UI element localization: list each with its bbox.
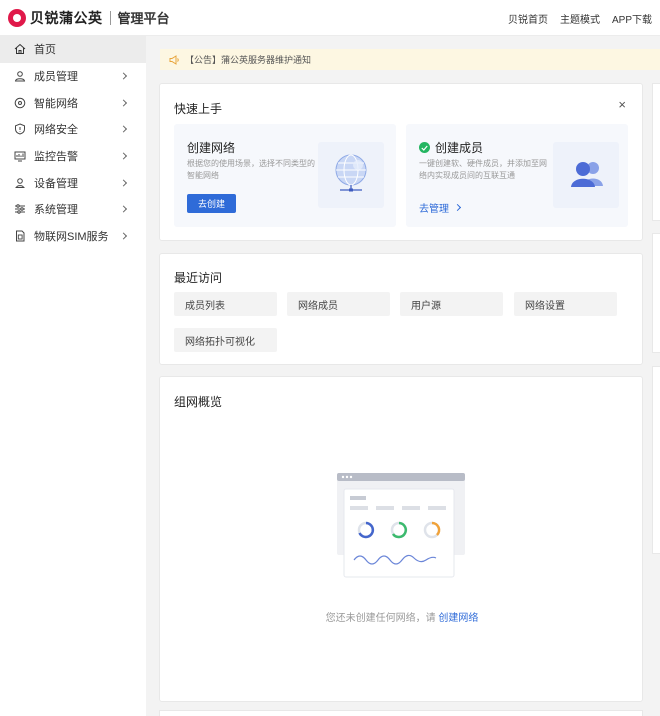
brand[interactable]: 贝锐蒲公英 管理平台 <box>8 0 170 36</box>
chevron-right-icon <box>119 179 128 187</box>
empty-network-message: 您还未创建任何网络，请 创建网络 <box>160 609 644 624</box>
top-links: 贝锐首页 主题模式 APP下载 <box>508 0 652 36</box>
chevron-right-icon <box>119 232 128 240</box>
sidebar-item-label: 成员管理 <box>34 71 78 84</box>
create-network-button[interactable]: 去创建 <box>187 194 236 213</box>
network-icon <box>14 97 26 109</box>
check-circle-icon <box>419 142 430 153</box>
sidebar-item-iot-sim[interactable]: 物联网SIM服务 <box>0 223 146 250</box>
recent-item-member-list[interactable]: 成员列表 <box>174 292 277 316</box>
sidebar-item-label: 监控告警 <box>34 151 78 164</box>
settings-icon <box>14 203 26 215</box>
brand-subtitle: 管理平台 <box>117 11 170 26</box>
sidebar-item-system[interactable]: 系统管理 <box>0 196 146 223</box>
sidebar-item-label: 智能网络 <box>34 97 78 110</box>
sidebar-item-label: 首页 <box>34 44 56 57</box>
chevron-right-icon <box>453 203 462 212</box>
announcement-bar[interactable]: 【公告】蒲公英服务器维护通知 <box>160 49 660 70</box>
chevron-right-icon <box>119 99 128 107</box>
create-member-panel: 创建成员 一键创建软、硬件成员，并添加至网络内实现成员间的互联互通 去管理 <box>406 124 628 227</box>
network-overview-title: 组网概览 <box>174 395 223 409</box>
brand-separator <box>109 10 111 25</box>
sidebar-item-home[interactable]: 首页 <box>0 36 146 63</box>
create-member-title: 创建成员 <box>419 139 483 156</box>
sidebar-item-label: 系统管理 <box>34 204 78 217</box>
sidebar-item-monitor[interactable]: 监控告警 <box>0 143 146 170</box>
empty-network-text: 您还未创建任何网络，请 <box>325 613 436 624</box>
recent-item-user-source[interactable]: 用户源 <box>400 292 503 316</box>
recent-item-network-members[interactable]: 网络成员 <box>287 292 390 316</box>
sidebar-item-label: 物联网SIM服务 <box>34 231 109 244</box>
sidebar-item-label: 网络安全 <box>34 124 78 137</box>
chevron-right-icon <box>119 152 128 160</box>
create-member-title-text: 创建成员 <box>435 141 484 155</box>
close-icon[interactable]: × <box>618 98 626 111</box>
right-panel-card <box>652 233 660 353</box>
empty-dashboard-illustration <box>336 472 466 582</box>
recent-item-topology[interactable]: 网络拓扑可视化 <box>174 328 277 352</box>
manage-members-link[interactable]: 去管理 <box>419 200 462 215</box>
sidebar-item-devices[interactable]: 设备管理 <box>0 169 146 196</box>
sidebar-item-label: 设备管理 <box>34 177 78 190</box>
bottom-card <box>159 710 643 716</box>
create-network-panel: 创建网络 根据您的使用场景，选择不同类型的智能网络 去创建 <box>174 124 396 227</box>
home-icon <box>14 43 26 55</box>
chevron-right-icon <box>119 125 128 133</box>
members-illustration <box>553 142 619 208</box>
recent-visits-card: 最近访问 成员列表 网络成员 用户源 网络设置 网络拓扑可视化 <box>159 253 643 365</box>
create-network-link[interactable]: 创建网络 <box>438 613 478 624</box>
right-panel-card <box>652 83 660 221</box>
top-link-app-download[interactable]: APP下载 <box>612 11 652 26</box>
right-panel-card <box>652 366 660 554</box>
top-link-theme[interactable]: 主题模式 <box>560 11 600 26</box>
quick-start-card: 快速上手 × 创建网络 根据您的使用场景，选择不同类型的智能网络 去创建 创建成… <box>159 83 643 241</box>
top-bar: 贝锐蒲公英 管理平台 贝锐首页 主题模式 APP下载 <box>0 0 660 36</box>
announcement-text: 【公告】蒲公英服务器维护通知 <box>185 55 312 65</box>
brand-name: 贝锐蒲公英 <box>30 9 103 26</box>
device-icon <box>14 177 26 189</box>
create-network-desc: 根据您的使用场景，选择不同类型的智能网络 <box>187 159 315 180</box>
user-icon <box>14 70 26 82</box>
shield-icon <box>14 123 26 135</box>
monitor-icon <box>14 150 26 162</box>
chevron-right-icon <box>119 72 128 80</box>
sidebar-item-smart-network[interactable]: 智能网络 <box>0 89 146 116</box>
globe-network-illustration <box>318 142 384 208</box>
brand-logo-icon <box>8 8 26 27</box>
recent-item-network-settings[interactable]: 网络设置 <box>514 292 617 316</box>
network-overview-card: 组网概览 您还未创建任何网络，请 创建网络 <box>159 376 643 702</box>
manage-members-link-text: 去管理 <box>419 204 449 215</box>
create-network-title: 创建网络 <box>187 141 236 155</box>
sim-icon <box>14 230 26 242</box>
sidebar-item-security[interactable]: 网络安全 <box>0 116 146 143</box>
quick-start-title: 快速上手 <box>174 102 223 116</box>
sidebar-item-members[interactable]: 成员管理 <box>0 63 146 90</box>
recent-visits-title: 最近访问 <box>174 271 223 285</box>
create-member-desc: 一键创建软、硬件成员，并添加至网络内实现成员间的互联互通 <box>419 159 547 180</box>
chevron-right-icon <box>119 205 128 214</box>
top-link-home[interactable]: 贝锐首页 <box>508 11 548 26</box>
sidebar: 首页 成员管理 智能网络 网络安全 监控告警 设备管理 系统管理 物联网SIM服… <box>0 36 146 716</box>
megaphone-icon <box>169 54 180 65</box>
